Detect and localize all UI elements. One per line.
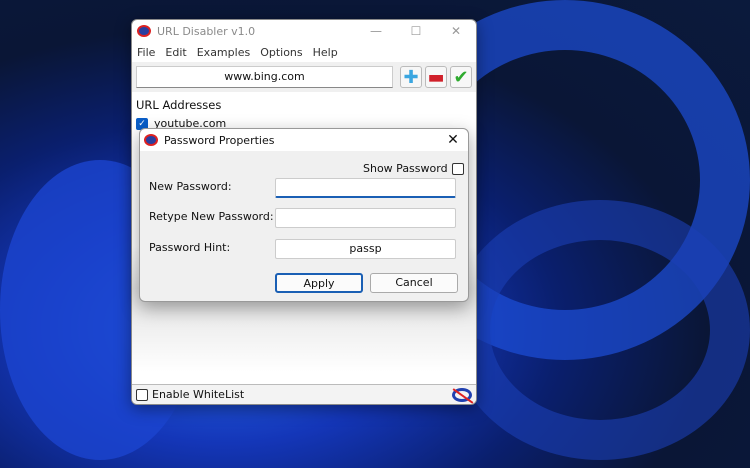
list-header: URL Addresses (136, 98, 222, 112)
cancel-button[interactable]: Cancel (370, 273, 458, 293)
disabled-eye-icon (452, 387, 472, 402)
title-bar: URL Disabler v1.0 — ☐ ✕ (132, 20, 476, 42)
password-properties-dialog: Password Properties ✕ Show Password New … (139, 128, 469, 302)
app-icon (137, 25, 151, 37)
password-hint-field[interactable]: passp (275, 239, 456, 259)
app-icon (144, 134, 158, 146)
dialog-title: Password Properties (164, 133, 275, 147)
whitelist-label: Enable WhiteList (152, 388, 245, 401)
close-button[interactable]: ✕ (436, 24, 476, 38)
retype-password-label: Retype New Password: (149, 210, 274, 223)
check-icon: ✔ (453, 66, 469, 88)
menu-edit[interactable]: Edit (165, 46, 186, 59)
menu-bar: File Edit Examples Options Help (132, 42, 476, 62)
dialog-close-button[interactable]: ✕ (438, 132, 468, 148)
remove-button[interactable]: ▬ (425, 66, 447, 88)
minus-icon: ▬ (427, 66, 445, 88)
menu-help[interactable]: Help (313, 46, 338, 59)
password-hint-label: Password Hint: (149, 241, 231, 254)
apply-button[interactable]: ✔ (450, 66, 472, 88)
menu-options[interactable]: Options (260, 46, 302, 59)
new-password-label: New Password: (149, 180, 232, 193)
apply-dialog-button[interactable]: Apply (275, 273, 363, 293)
toolbar: www.bing.com ✚ ▬ ✔ (132, 62, 476, 92)
maximize-button[interactable]: ☐ (396, 24, 436, 38)
retype-password-field[interactable] (275, 208, 456, 228)
window-title: URL Disabler v1.0 (157, 24, 256, 38)
whitelist-checkbox[interactable] (136, 388, 148, 401)
status-bar: Enable WhiteList (132, 384, 476, 404)
add-button[interactable]: ✚ (400, 66, 422, 88)
plus-icon: ✚ (403, 66, 419, 88)
dialog-title-bar: Password Properties ✕ (140, 129, 468, 151)
menu-examples[interactable]: Examples (197, 46, 250, 59)
menu-file[interactable]: File (137, 46, 155, 59)
wallpaper-shape (450, 200, 750, 460)
new-password-field[interactable] (275, 178, 456, 198)
show-password-checkbox[interactable] (451, 162, 464, 175)
url-input[interactable]: www.bing.com (136, 66, 393, 88)
show-password-label: Show Password (363, 162, 448, 175)
show-password-row[interactable]: Show Password (363, 162, 464, 175)
minimize-button[interactable]: — (356, 24, 396, 38)
